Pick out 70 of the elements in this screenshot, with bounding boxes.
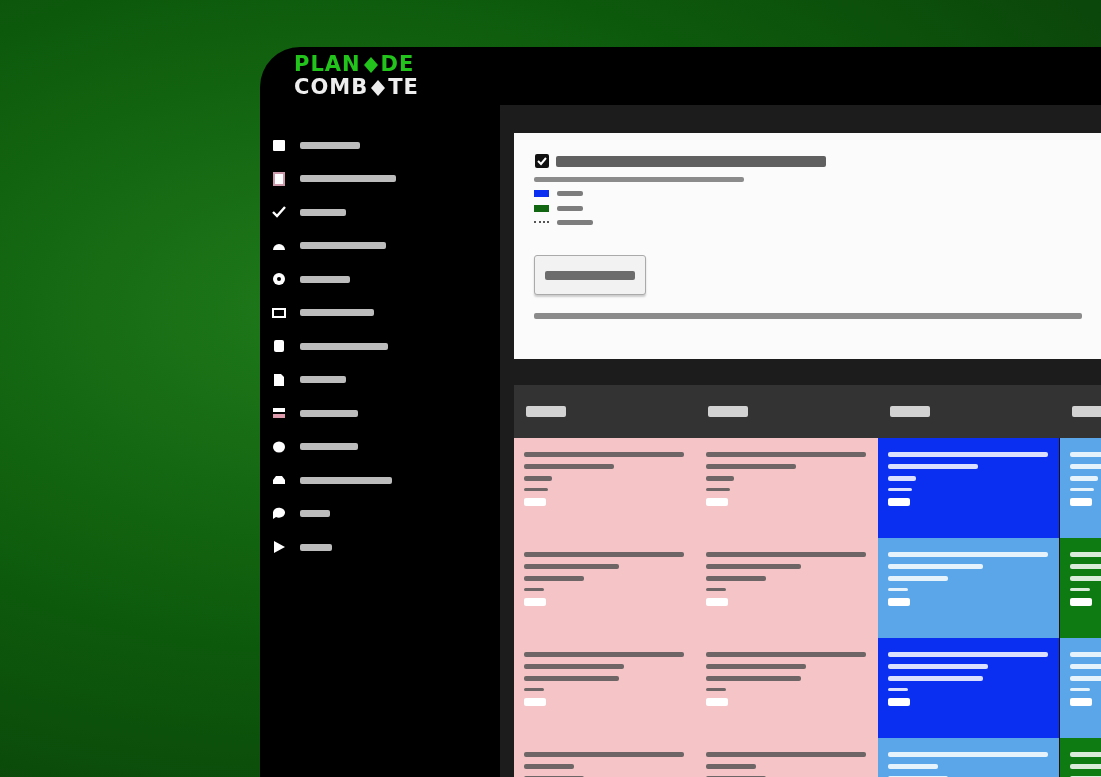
dotted-line-icon: [534, 220, 549, 225]
blurred-text: [524, 488, 548, 491]
blurred-label: [300, 376, 346, 383]
blurred-label: [1072, 406, 1101, 417]
blurred-label: [300, 208, 346, 216]
blurred-text: [524, 588, 544, 591]
blurred-text: [706, 488, 730, 491]
cell-tag: [706, 598, 728, 606]
file-icon: [272, 372, 286, 387]
check-icon: [272, 205, 286, 219]
play-icon: [272, 540, 286, 554]
cell-tag: [1070, 598, 1092, 606]
cell-tag: [888, 698, 910, 706]
logo-text: PLAN: [294, 53, 361, 76]
blurred-label: [526, 406, 566, 417]
logo-text: DE: [380, 53, 415, 76]
cell-tag: [524, 698, 546, 706]
blurred-text: [888, 488, 912, 491]
blurred-label: [300, 543, 332, 551]
logo-text: TE: [388, 76, 419, 99]
blurred-label: [300, 443, 358, 450]
card-icon: [272, 305, 286, 320]
action-button[interactable]: [534, 255, 646, 295]
logo-text: COMB: [294, 76, 369, 99]
blurred-text: [557, 191, 583, 196]
cell-tag: [706, 698, 728, 706]
brain-icon: [272, 439, 286, 454]
blurred-label: [300, 409, 358, 417]
cell-tag: [524, 498, 546, 506]
stack-icon: [272, 406, 286, 420]
blurred-label: [300, 275, 350, 283]
car-icon: [272, 473, 286, 487]
logo-mark-icon: [362, 55, 379, 74]
blurred-text: [888, 476, 916, 481]
chat-icon: [272, 506, 286, 521]
cell-tag: [1070, 498, 1092, 506]
blurred-text: [888, 764, 938, 769]
cell-tag: [524, 598, 546, 606]
clipboard-icon: [534, 153, 550, 169]
blurred-text: [524, 764, 574, 769]
blurred-text: [1070, 488, 1094, 491]
book-icon: [272, 171, 286, 186]
blurred-text: [524, 688, 544, 691]
logo-mark-icon: [370, 78, 387, 97]
blurred-label: [300, 510, 330, 517]
blurred-text: [1070, 476, 1098, 481]
eye-icon: [272, 272, 286, 286]
notes-icon: [272, 339, 286, 353]
cell-tag: [1070, 698, 1092, 706]
blurred-label: [300, 141, 360, 149]
blurred-text: [524, 576, 584, 581]
blurred-text: [557, 206, 583, 211]
blurred-text: [888, 688, 908, 691]
blurred-text: [888, 576, 948, 581]
blurred-label: [890, 406, 930, 417]
blurred-text: [1070, 588, 1090, 591]
blurred-text: [1070, 688, 1090, 691]
cell-tag: [706, 498, 728, 506]
blurred-text: [706, 576, 766, 581]
blurred-text: [706, 588, 726, 591]
cell-tag: [888, 498, 910, 506]
blurred-text: [706, 688, 726, 691]
calendar-icon: [272, 138, 286, 152]
blurred-text: [706, 476, 734, 481]
cell-tag: [888, 598, 910, 606]
blurred-text: [557, 220, 593, 225]
blurred-text: [706, 764, 756, 769]
blurred-label: [708, 406, 748, 417]
blurred-text: [888, 588, 908, 591]
blurred-text: [524, 476, 552, 481]
